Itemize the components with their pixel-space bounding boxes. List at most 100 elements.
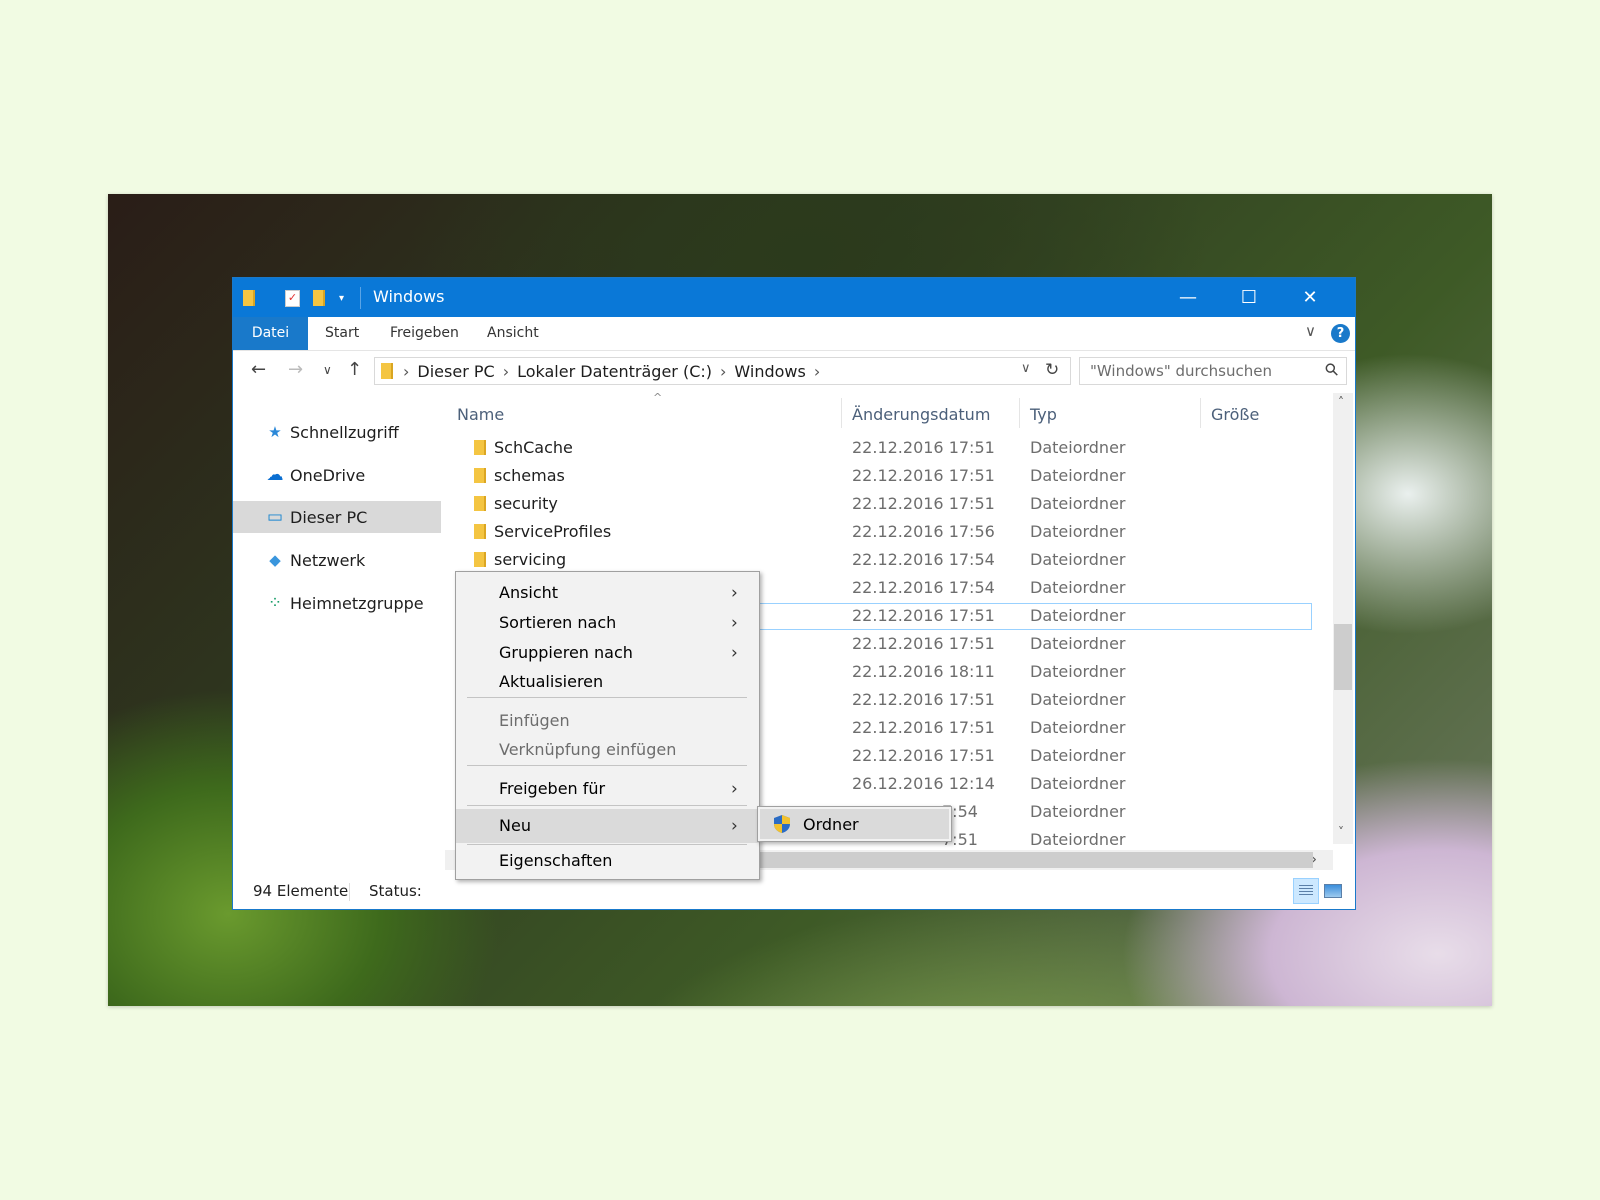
scroll-down-button[interactable]: ˅ xyxy=(1338,825,1344,839)
breadcrumb-separator: › xyxy=(502,361,510,381)
details-view-button[interactable] xyxy=(1293,878,1319,904)
tab-start[interactable]: Start xyxy=(325,317,359,350)
status-bar: 94 Elemente Status: xyxy=(233,875,1355,909)
file-type: Dateiordner xyxy=(1030,802,1126,821)
file-date: 22.12.2016 17:51 xyxy=(852,718,995,737)
menu-item-gruppieren-nach[interactable]: Gruppieren nach › xyxy=(456,640,759,666)
table-row[interactable]: schemas 22.12.2016 17:51 Dateiordner xyxy=(457,463,1312,490)
sidebar-item-heimnetzgruppe[interactable]: ⁘ Heimnetzgruppe xyxy=(233,587,441,619)
menu-item-freigeben-fuer[interactable]: Freigeben für › xyxy=(456,776,759,802)
new-folder-icon xyxy=(313,290,325,306)
file-type: Dateiordner xyxy=(1030,578,1126,597)
submenu-item-label: Ordner xyxy=(803,814,859,834)
large-icons-view-button[interactable] xyxy=(1323,881,1343,901)
horizontal-scroll-thumb[interactable] xyxy=(753,852,1313,868)
column-header-type[interactable]: Typ xyxy=(1030,405,1057,424)
maximize-button[interactable]: ☐ xyxy=(1218,278,1280,317)
vertical-scrollbar[interactable]: ˄ ˅ xyxy=(1333,393,1353,844)
menu-item-sortieren-nach[interactable]: Sortieren nach › xyxy=(456,610,759,636)
properties-qat-button[interactable]: ✓ xyxy=(285,287,300,309)
file-date: 22.12.2016 17:54 xyxy=(852,550,995,569)
sidebar-item-onedrive[interactable]: ☁ OneDrive xyxy=(233,459,441,491)
address-dropdown-button[interactable]: ∨ xyxy=(1021,361,1031,376)
sort-indicator-icon: ^ xyxy=(653,391,663,404)
search-input[interactable]: "Windows" durchsuchen xyxy=(1090,362,1272,380)
file-type: Dateiordner xyxy=(1030,830,1126,849)
sidebar-item-schnellzugriff[interactable]: ★ Schnellzugriff xyxy=(233,416,441,448)
file-date: 22.12.2016 17:51 xyxy=(852,466,995,485)
submenu-arrow-icon: › xyxy=(731,583,738,603)
tab-ansicht[interactable]: Ansicht xyxy=(487,317,539,350)
breadcrumb-dieser-pc[interactable]: Dieser PC xyxy=(417,362,494,381)
up-button[interactable]: ↑ xyxy=(347,359,362,380)
qat-separator xyxy=(360,287,361,309)
refresh-button[interactable]: ↻ xyxy=(1045,360,1059,380)
table-row[interactable]: servicing 22.12.2016 17:54 Dateiordner xyxy=(457,547,1312,574)
forward-button[interactable]: → xyxy=(288,359,303,380)
file-type: Dateiordner xyxy=(1030,550,1126,569)
menu-item-label: Gruppieren nach xyxy=(499,643,633,662)
file-type: Dateiordner xyxy=(1030,606,1126,625)
column-divider[interactable] xyxy=(841,398,842,428)
search-box[interactable]: "Windows" durchsuchen ⚲ xyxy=(1079,357,1347,385)
minimize-button[interactable]: — xyxy=(1157,278,1219,317)
table-row[interactable]: security 22.12.2016 17:51 Dateiordner xyxy=(457,491,1312,518)
folder-icon xyxy=(474,496,486,511)
file-type: Dateiordner xyxy=(1030,690,1126,709)
tab-datei[interactable]: Datei xyxy=(233,317,308,350)
vertical-scroll-thumb[interactable] xyxy=(1334,624,1352,690)
chevron-down-icon: ∨ xyxy=(323,363,332,377)
breadcrumb-lokaler-datentraeger[interactable]: Lokaler Datenträger (C:) xyxy=(517,362,712,381)
column-divider[interactable] xyxy=(1019,398,1020,428)
ribbon-tabs: Datei Start Freigeben Ansicht ∨ ? xyxy=(233,317,1355,351)
item-count: 94 Elemente xyxy=(253,882,349,900)
quick-access-toolbar xyxy=(243,287,255,309)
tab-freigeben[interactable]: Freigeben xyxy=(390,317,459,350)
window-title: Windows xyxy=(373,287,445,306)
sidebar-item-dieser-pc[interactable]: ▭ Dieser PC xyxy=(233,501,441,533)
close-button[interactable]: ✕ xyxy=(1279,278,1341,317)
recent-locations-button[interactable]: ∨ xyxy=(323,363,332,377)
menu-item-label: Verknüpfung einfügen xyxy=(499,740,677,759)
back-button[interactable]: ← xyxy=(251,359,266,380)
up-arrow-icon: ↑ xyxy=(347,359,363,380)
file-date: 22.12.2016 17:56 xyxy=(852,522,995,541)
menu-item-label: Eigenschaften xyxy=(499,851,613,870)
file-name: servicing xyxy=(494,550,567,569)
forward-arrow-icon: → xyxy=(288,359,304,380)
file-type: Dateiordner xyxy=(1030,494,1126,513)
help-button[interactable]: ? xyxy=(1331,324,1350,343)
new-folder-qat-button[interactable] xyxy=(313,287,325,309)
scroll-up-button[interactable]: ˄ xyxy=(1338,395,1344,409)
table-row[interactable]: SchCache 22.12.2016 17:51 Dateiordner xyxy=(457,435,1312,462)
column-header-date[interactable]: Änderungsdatum xyxy=(852,405,990,424)
customize-qat-button[interactable]: ▾ xyxy=(339,287,344,309)
address-bar[interactable]: › Dieser PC › Lokaler Datenträger (C:) ›… xyxy=(374,357,1071,385)
file-type: Dateiordner xyxy=(1030,774,1126,793)
search-icon[interactable]: ⚲ xyxy=(1320,359,1343,382)
folder-icon xyxy=(474,552,486,567)
menu-item-eigenschaften[interactable]: Eigenschaften xyxy=(456,848,759,874)
menu-item-aktualisieren[interactable]: Aktualisieren xyxy=(456,669,759,695)
menu-item-verknuepfung-einfuegen[interactable]: Verknüpfung einfügen xyxy=(456,737,759,763)
breadcrumb-separator: › xyxy=(813,361,821,381)
large-icons-view-icon xyxy=(1324,884,1342,898)
column-header-size[interactable]: Größe xyxy=(1211,405,1259,424)
table-row[interactable]: ServiceProfiles 22.12.2016 17:56 Dateiordn… xyxy=(457,519,1312,546)
menu-item-ansicht[interactable]: Ansicht › xyxy=(456,580,759,606)
column-header-name[interactable]: Name xyxy=(457,405,504,424)
sidebar-item-netzwerk[interactable]: ◆ Netzwerk xyxy=(233,544,441,576)
breadcrumb-windows[interactable]: Windows xyxy=(734,362,805,381)
submenu-arrow-icon: › xyxy=(731,816,738,836)
computer-icon: ▭ xyxy=(266,507,284,527)
folder-icon xyxy=(474,440,486,455)
submenu-item-ordner[interactable]: Ordner xyxy=(760,809,949,839)
menu-item-einfuegen[interactable]: Einfügen xyxy=(456,708,759,734)
expand-ribbon-button[interactable]: ∨ xyxy=(1305,322,1316,340)
file-type: Dateiordner xyxy=(1030,634,1126,653)
file-date: 26.12.2016 12:14 xyxy=(852,774,995,793)
menu-item-neu[interactable]: Neu › xyxy=(456,809,759,843)
details-view-icon xyxy=(1299,885,1313,897)
navigation-bar: ← → ∨ ↑ › Dieser PC › Lokaler Datenträge… xyxy=(233,351,1355,393)
column-divider[interactable] xyxy=(1200,398,1201,428)
